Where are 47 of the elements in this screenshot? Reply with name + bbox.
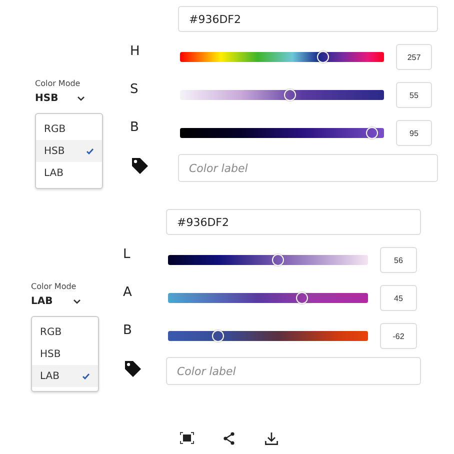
channel-label: H xyxy=(130,44,141,58)
mode-option[interactable]: RGB xyxy=(32,321,98,343)
tag-icon xyxy=(123,359,143,379)
value-field[interactable]: 55 xyxy=(396,82,432,108)
value-field[interactable]: -62 xyxy=(380,323,417,349)
channel-label: L xyxy=(123,246,132,262)
slider-thumb[interactable] xyxy=(272,254,284,266)
slider-thumb[interactable] xyxy=(284,89,296,101)
slider-thumb[interactable] xyxy=(366,127,378,139)
slider-thumb[interactable] xyxy=(296,292,308,304)
tag-icon xyxy=(130,156,150,176)
mode-option[interactable]: LAB xyxy=(36,162,102,184)
slider-track[interactable] xyxy=(168,255,368,265)
slider-track[interactable] xyxy=(180,52,384,62)
channel-label: S xyxy=(130,82,140,96)
slider-thumb[interactable] xyxy=(212,330,224,342)
check-icon xyxy=(86,148,94,154)
download-button[interactable] xyxy=(263,430,279,446)
color-mode-label: Color Mode xyxy=(35,79,82,88)
mode-option[interactable]: RGB xyxy=(36,118,102,140)
channel-label: B xyxy=(130,120,140,134)
share-button[interactable] xyxy=(221,430,237,446)
mode-option[interactable]: LAB xyxy=(32,365,98,387)
color-label-field[interactable]: Color label xyxy=(178,154,438,182)
mode-option[interactable]: HSB xyxy=(36,140,102,162)
mode-option[interactable]: HSB xyxy=(32,343,98,365)
check-icon xyxy=(82,372,90,380)
hex-field[interactable]: #936DF2 xyxy=(178,6,438,32)
color-label-field[interactable]: Color label xyxy=(166,357,421,385)
hex-field[interactable]: #936DF2 xyxy=(166,209,421,235)
slider-track[interactable] xyxy=(168,293,368,303)
color-mode-dropdown[interactable]: LAB xyxy=(31,296,81,307)
fit-screen-button[interactable] xyxy=(179,430,195,446)
value-field[interactable]: 257 xyxy=(396,44,432,70)
slider-track[interactable] xyxy=(168,331,368,341)
channel-label: A xyxy=(123,284,133,300)
color-mode-dropdown[interactable]: HSB xyxy=(35,93,85,104)
slider-thumb[interactable] xyxy=(316,51,329,63)
slider-track[interactable] xyxy=(180,90,384,100)
value-field[interactable]: 95 xyxy=(396,120,432,146)
chevron-icon xyxy=(77,96,85,101)
value-field[interactable]: 56 xyxy=(380,247,417,273)
value-field[interactable]: 45 xyxy=(380,285,417,311)
color-mode-label: Color Mode xyxy=(31,282,78,291)
slider-track[interactable] xyxy=(180,128,384,138)
chevron-icon xyxy=(73,299,81,304)
channel-label: B xyxy=(123,322,133,338)
